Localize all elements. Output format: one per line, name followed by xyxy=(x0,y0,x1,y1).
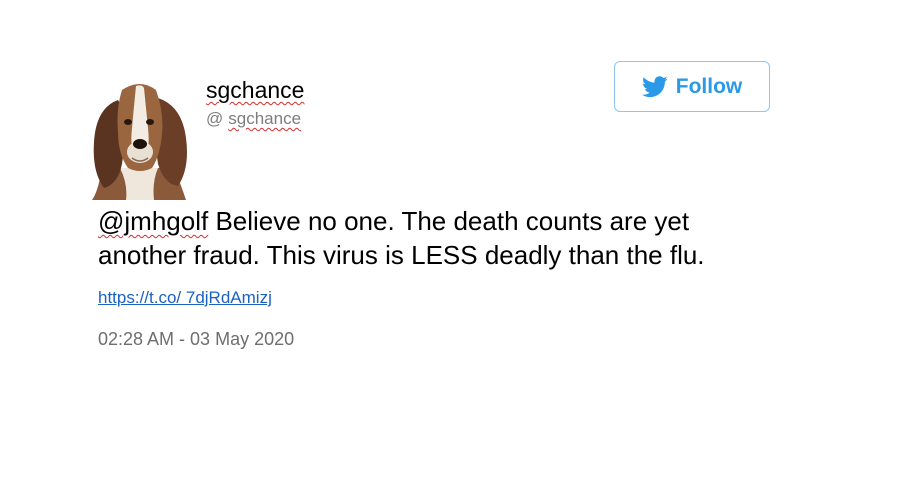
tweet-text-line1: Believe no one. The death counts are yet xyxy=(208,206,690,236)
tweet-text: @jmhgolf Believe no one. The death count… xyxy=(98,204,818,272)
follow-label: Follow xyxy=(675,74,743,98)
avatar[interactable] xyxy=(82,72,194,200)
twitter-bird-icon xyxy=(641,75,668,97)
timestamp[interactable]: 02:28 AM - 03 May 2020 xyxy=(98,328,294,350)
tweet-card: sgchance @ sgchance Follow @jmhgolf Belie… xyxy=(0,0,918,489)
tweet-text-line2: another fraud. This virus is LESS deadly… xyxy=(98,240,705,270)
handle-text: sgchance xyxy=(228,109,302,128)
handle-at-sign: @ xyxy=(206,109,224,128)
tweet-link[interactable]: https://t.co/ 7djRdAmizj xyxy=(98,287,272,309)
handle[interactable]: @ sgchance xyxy=(206,108,301,130)
basset-hound-avatar-icon xyxy=(92,84,187,200)
display-name[interactable]: sgchance xyxy=(206,76,304,104)
mention-link[interactable]: @jmhgolf xyxy=(98,206,208,236)
follow-button[interactable]: Follow xyxy=(614,61,770,112)
